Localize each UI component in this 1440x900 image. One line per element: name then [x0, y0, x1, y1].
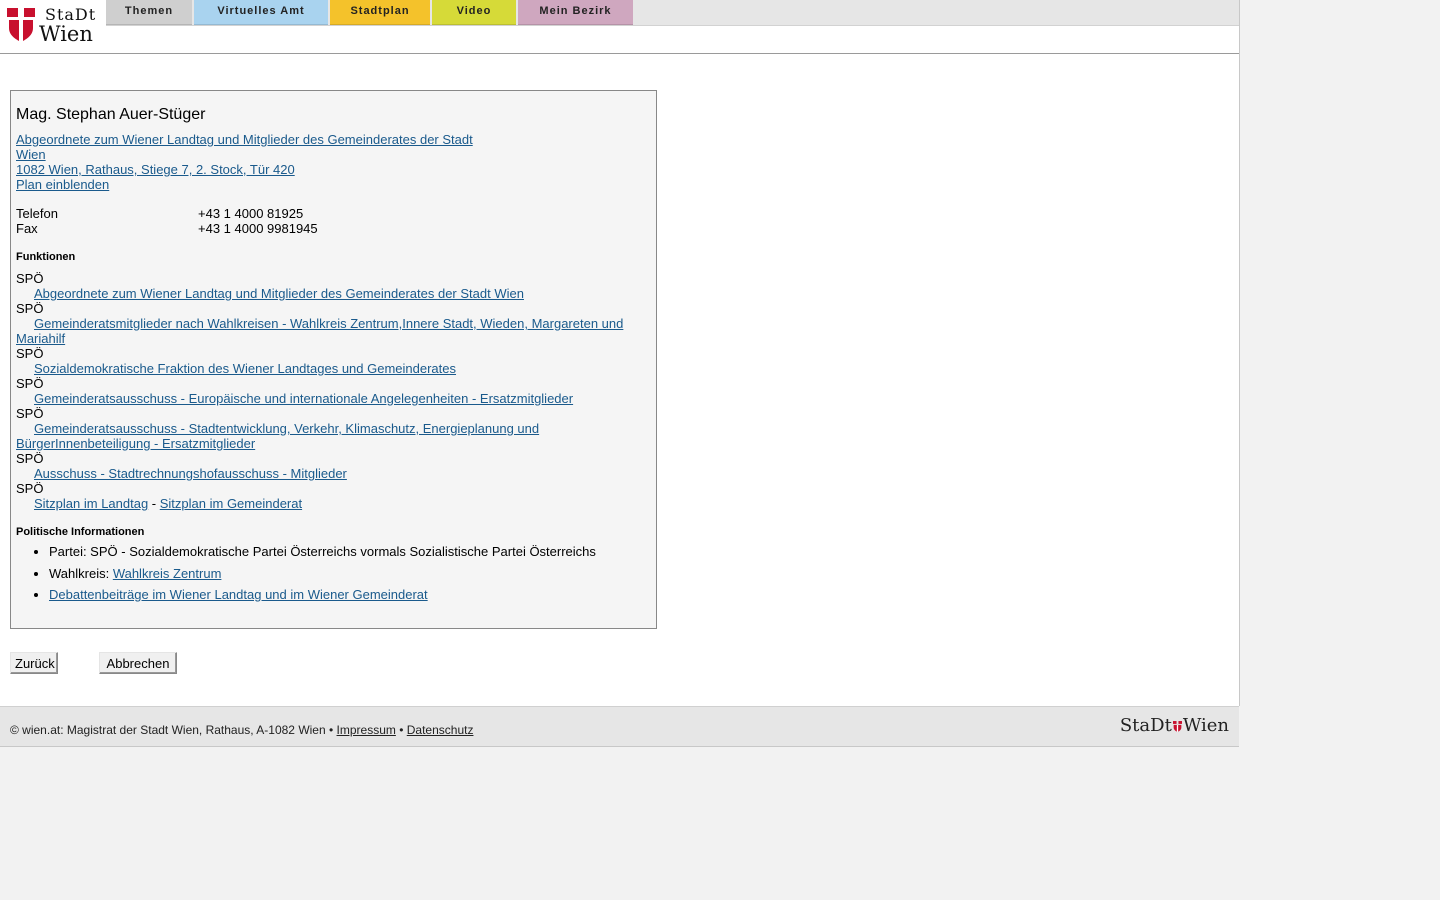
tab-themen[interactable]: Themen: [106, 0, 192, 25]
footer-logo-wien: Wien: [1182, 715, 1229, 736]
impressum-link[interactable]: Impressum: [337, 723, 396, 737]
function-party: SPÖ: [16, 451, 44, 466]
political-info-heading: Politische Informationen: [16, 526, 145, 538]
function-link-landtag[interactable]: Abgeordnete zum Wiener Landtag und Mitgl…: [34, 286, 524, 301]
show-map-link[interactable]: Plan einblenden: [16, 177, 109, 192]
function-party: SPÖ: [16, 301, 44, 316]
list-item: Debattenbeiträge im Wiener Landtag und i…: [49, 586, 596, 608]
tab-video[interactable]: Video: [432, 0, 516, 25]
footer-separator: •: [395, 723, 407, 737]
vienna-shield-icon: [7, 8, 35, 42]
district-link[interactable]: Wahlkreis Zentrum: [113, 566, 222, 581]
footer-logo-stadt: StaDt: [1119, 715, 1172, 736]
header-divider: [0, 53, 1239, 54]
party-info: Partei: SPÖ - Sozialdemokratische Partei…: [49, 544, 596, 559]
vienna-shield-icon: [1172, 721, 1182, 732]
seating-plan-separator: -: [148, 496, 160, 511]
organization-link-line1[interactable]: Abgeordnete zum Wiener Landtag und Mitgl…: [16, 132, 473, 147]
fax-value: +43 1 4000 9981945: [198, 221, 318, 236]
phone-label: Telefon: [16, 206, 58, 221]
list-item: Wahlkreis: Wahlkreis Zentrum: [49, 565, 596, 587]
footer-text: © wien.at: Magistrat der Stadt Wien, Rat…: [10, 723, 473, 737]
copyright-text: © wien.at: Magistrat der Stadt Wien, Rat…: [10, 723, 337, 737]
page: StaDt Wien Themen Virtuelles Amt Stadtpl…: [0, 0, 1240, 706]
function-link-fraktion[interactable]: Sozialdemokratische Fraktion des Wiener …: [34, 361, 456, 376]
functions-heading: Funktionen: [16, 251, 76, 263]
address-link[interactable]: 1082 Wien, Rathaus, Stiege 7, 2. Stock, …: [16, 162, 295, 177]
tab-stadtplan[interactable]: Stadtplan: [330, 0, 430, 25]
function-party: SPÖ: [16, 346, 44, 361]
datenschutz-link[interactable]: Datenschutz: [407, 723, 474, 737]
cancel-button[interactable]: Abbrechen: [99, 652, 177, 674]
top-navigation: Themen Virtuelles Amt Stadtplan Video Me…: [106, 0, 1239, 26]
seating-plan-landtag-link[interactable]: Sitzplan im Landtag: [34, 496, 148, 511]
back-button[interactable]: Zurück: [10, 652, 58, 674]
debates-link[interactable]: Debattenbeiträge im Wiener Landtag und i…: [49, 587, 428, 602]
function-link-wahlkreis[interactable]: Gemeinderatsmitglieder nach Wahlkreisen …: [34, 316, 623, 331]
function-link-europa[interactable]: Gemeinderatsausschuss - Europäische und …: [34, 391, 573, 406]
function-party: SPÖ: [16, 481, 44, 496]
political-info-list: Partei: SPÖ - Sozialdemokratische Partei…: [16, 543, 596, 608]
stadt-wien-logo[interactable]: StaDt Wien: [7, 5, 102, 46]
tab-mein-bezirk[interactable]: Mein Bezirk: [518, 0, 633, 25]
phone-value: +43 1 4000 81925: [198, 206, 304, 221]
footer-logo[interactable]: StaDt Wien: [1120, 715, 1229, 736]
footer: © wien.at: Magistrat der Stadt Wien, Rat…: [0, 706, 1239, 747]
district-label: Wahlkreis:: [49, 565, 113, 581]
function-party: SPÖ: [16, 406, 44, 421]
function-link-stadtentwicklung[interactable]: Gemeinderatsausschuss - Stadtentwicklung…: [34, 421, 539, 436]
function-link-stadtentwicklung-cont[interactable]: BürgerInnenbeteiligung - Ersatzmitgliede…: [16, 436, 255, 451]
seating-plan-links: Sitzplan im Landtag - Sitzplan im Gemein…: [34, 496, 302, 511]
person-name: Mag. Stephan Auer-Stüger: [16, 106, 206, 123]
fax-label: Fax: [16, 221, 38, 236]
function-link-rechnungshof[interactable]: Ausschuss - Stadtrechnungshofausschuss -…: [34, 466, 347, 481]
function-party: SPÖ: [16, 271, 44, 286]
function-link-wahlkreis-cont[interactable]: Mariahilf: [16, 331, 65, 346]
tab-virtuelles-amt[interactable]: Virtuelles Amt: [194, 0, 328, 25]
function-party: SPÖ: [16, 376, 44, 391]
list-item: Partei: SPÖ - Sozialdemokratische Partei…: [49, 543, 596, 565]
logo-text-wien: Wien: [39, 22, 93, 46]
contact-card: Mag. Stephan Auer-Stüger Abgeordnete zum…: [10, 90, 657, 629]
organization-link-line2[interactable]: Wien: [16, 147, 46, 162]
seating-plan-gemeinderat-link[interactable]: Sitzplan im Gemeinderat: [160, 496, 302, 511]
